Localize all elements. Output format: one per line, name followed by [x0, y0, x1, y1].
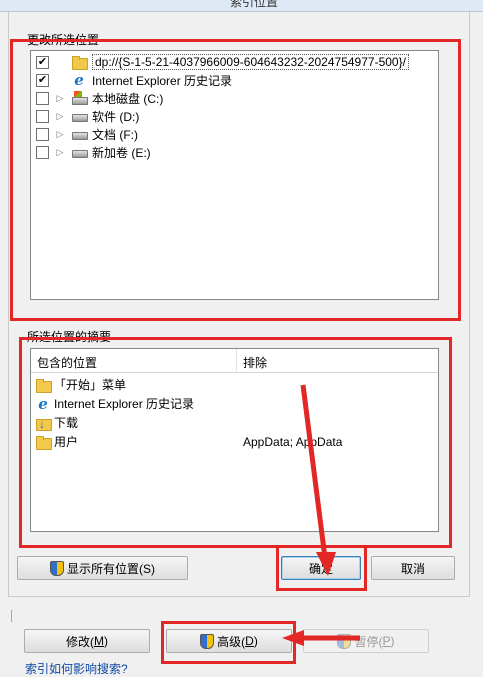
tree-item-drive-e[interactable]: ▷ 新加卷 (E:): [31, 143, 151, 161]
downloads-folder-icon: [35, 416, 52, 431]
internet-explorer-icon: e: [38, 394, 48, 413]
tree-section-label: 更改所选位置: [27, 33, 100, 47]
modify-label: 修改(: [66, 634, 94, 649]
folder-icon: [35, 378, 52, 393]
modify-button[interactable]: 修改(M): [24, 629, 150, 653]
tree-item-label: Internet Explorer 历史记录: [92, 73, 233, 88]
folder-icon: [71, 55, 88, 70]
uac-shield-icon: [337, 634, 352, 649]
checkbox[interactable]: [36, 91, 49, 105]
location-tree[interactable]: ✔ dp://{S-1-5-21-4037966009-604643232-20…: [30, 50, 439, 300]
tree-item-dp[interactable]: ✔ dp://{S-1-5-21-4037966009-604643232-20…: [31, 53, 409, 71]
tree-item-label: 新加卷 (E:): [92, 145, 151, 160]
divider: [11, 610, 12, 622]
cancel-label: 取消: [400, 561, 425, 576]
system-drive-icon: [71, 91, 88, 105]
expander-icon[interactable]: ▷: [55, 147, 65, 158]
window-title: 索引位置: [230, 0, 279, 9]
advanced-button[interactable]: 高级(D): [166, 629, 292, 653]
checkbox[interactable]: [36, 127, 49, 141]
drive-icon: [71, 127, 88, 141]
modify-accesskey: M: [94, 634, 104, 648]
summary-list[interactable]: 包含的位置 排除 「开始」菜单 e Internet Explorer 历史记录…: [30, 348, 439, 532]
expander-icon[interactable]: ▷: [55, 111, 65, 122]
column-header-excluded[interactable]: 排除: [243, 354, 267, 371]
advanced-label: 高级(: [217, 634, 246, 649]
list-item[interactable]: 用户 AppData; AppData: [31, 432, 438, 451]
expander-icon[interactable]: ▷: [55, 129, 65, 140]
folder-icon: [35, 435, 52, 450]
tree-item-label: dp://{S-1-5-21-4037966009-604643232-2024…: [92, 54, 409, 70]
tree-item-label: 软件 (D:): [92, 109, 140, 124]
summary-section-label: 所选位置的摘要: [27, 330, 112, 344]
modify-label-end: ): [104, 634, 108, 648]
tree-item-label: 本地磁盘 (C:): [92, 91, 164, 106]
tree-item-drive-c[interactable]: ▷ 本地磁盘 (C:): [31, 89, 163, 107]
checkbox[interactable]: ✔: [36, 55, 49, 69]
drive-icon: [71, 109, 88, 123]
pause-label-end: ): [390, 634, 395, 648]
internet-explorer-icon: e: [74, 71, 84, 89]
drive-icon: [71, 145, 88, 159]
pause-label: 暂停(: [354, 634, 383, 649]
checkbox[interactable]: [36, 145, 49, 159]
cancel-button[interactable]: 取消: [371, 556, 455, 580]
location-label: 「开始」菜单: [54, 378, 127, 392]
tree-item-label: 文档 (F:): [92, 127, 138, 142]
pause-button[interactable]: 暂停(P): [303, 629, 429, 653]
indexing-help-link[interactable]: 索引如何影响搜索?: [25, 660, 128, 677]
checkbox[interactable]: [36, 109, 49, 123]
tree-item-drive-f[interactable]: ▷ 文档 (F:): [31, 125, 138, 143]
show-all-locations-label: 显示所有位置(S): [67, 561, 155, 576]
list-item[interactable]: 「开始」菜单: [31, 375, 438, 394]
list-header: 包含的位置 排除: [31, 349, 438, 373]
uac-shield-icon: [200, 634, 215, 649]
tree-item-ie-history[interactable]: ✔ e Internet Explorer 历史记录: [31, 71, 232, 89]
list-item[interactable]: e Internet Explorer 历史记录: [31, 394, 438, 413]
pause-accesskey: P: [382, 634, 391, 648]
exclude-label: AppData; AppData: [243, 434, 343, 449]
column-header-included[interactable]: 包含的位置: [37, 354, 97, 371]
ok-label: 确定: [308, 561, 333, 576]
uac-shield-icon: [50, 561, 64, 576]
list-item[interactable]: 下载: [31, 413, 438, 432]
expander-icon[interactable]: ▷: [55, 93, 65, 104]
location-label: 下载: [54, 416, 79, 430]
tree-item-drive-d[interactable]: ▷ 软件 (D:): [31, 107, 139, 125]
column-divider[interactable]: [236, 349, 237, 373]
location-label: Internet Explorer 历史记录: [54, 397, 195, 411]
show-all-locations-button[interactable]: 显示所有位置(S): [17, 556, 188, 580]
advanced-accesskey: D: [245, 634, 254, 648]
ok-button[interactable]: 确定: [281, 556, 361, 580]
advanced-label-end: ): [253, 634, 258, 648]
checkbox[interactable]: ✔: [36, 73, 49, 87]
location-label: 用户: [54, 435, 79, 449]
window-title-bar: 索引位置: [0, 0, 483, 12]
